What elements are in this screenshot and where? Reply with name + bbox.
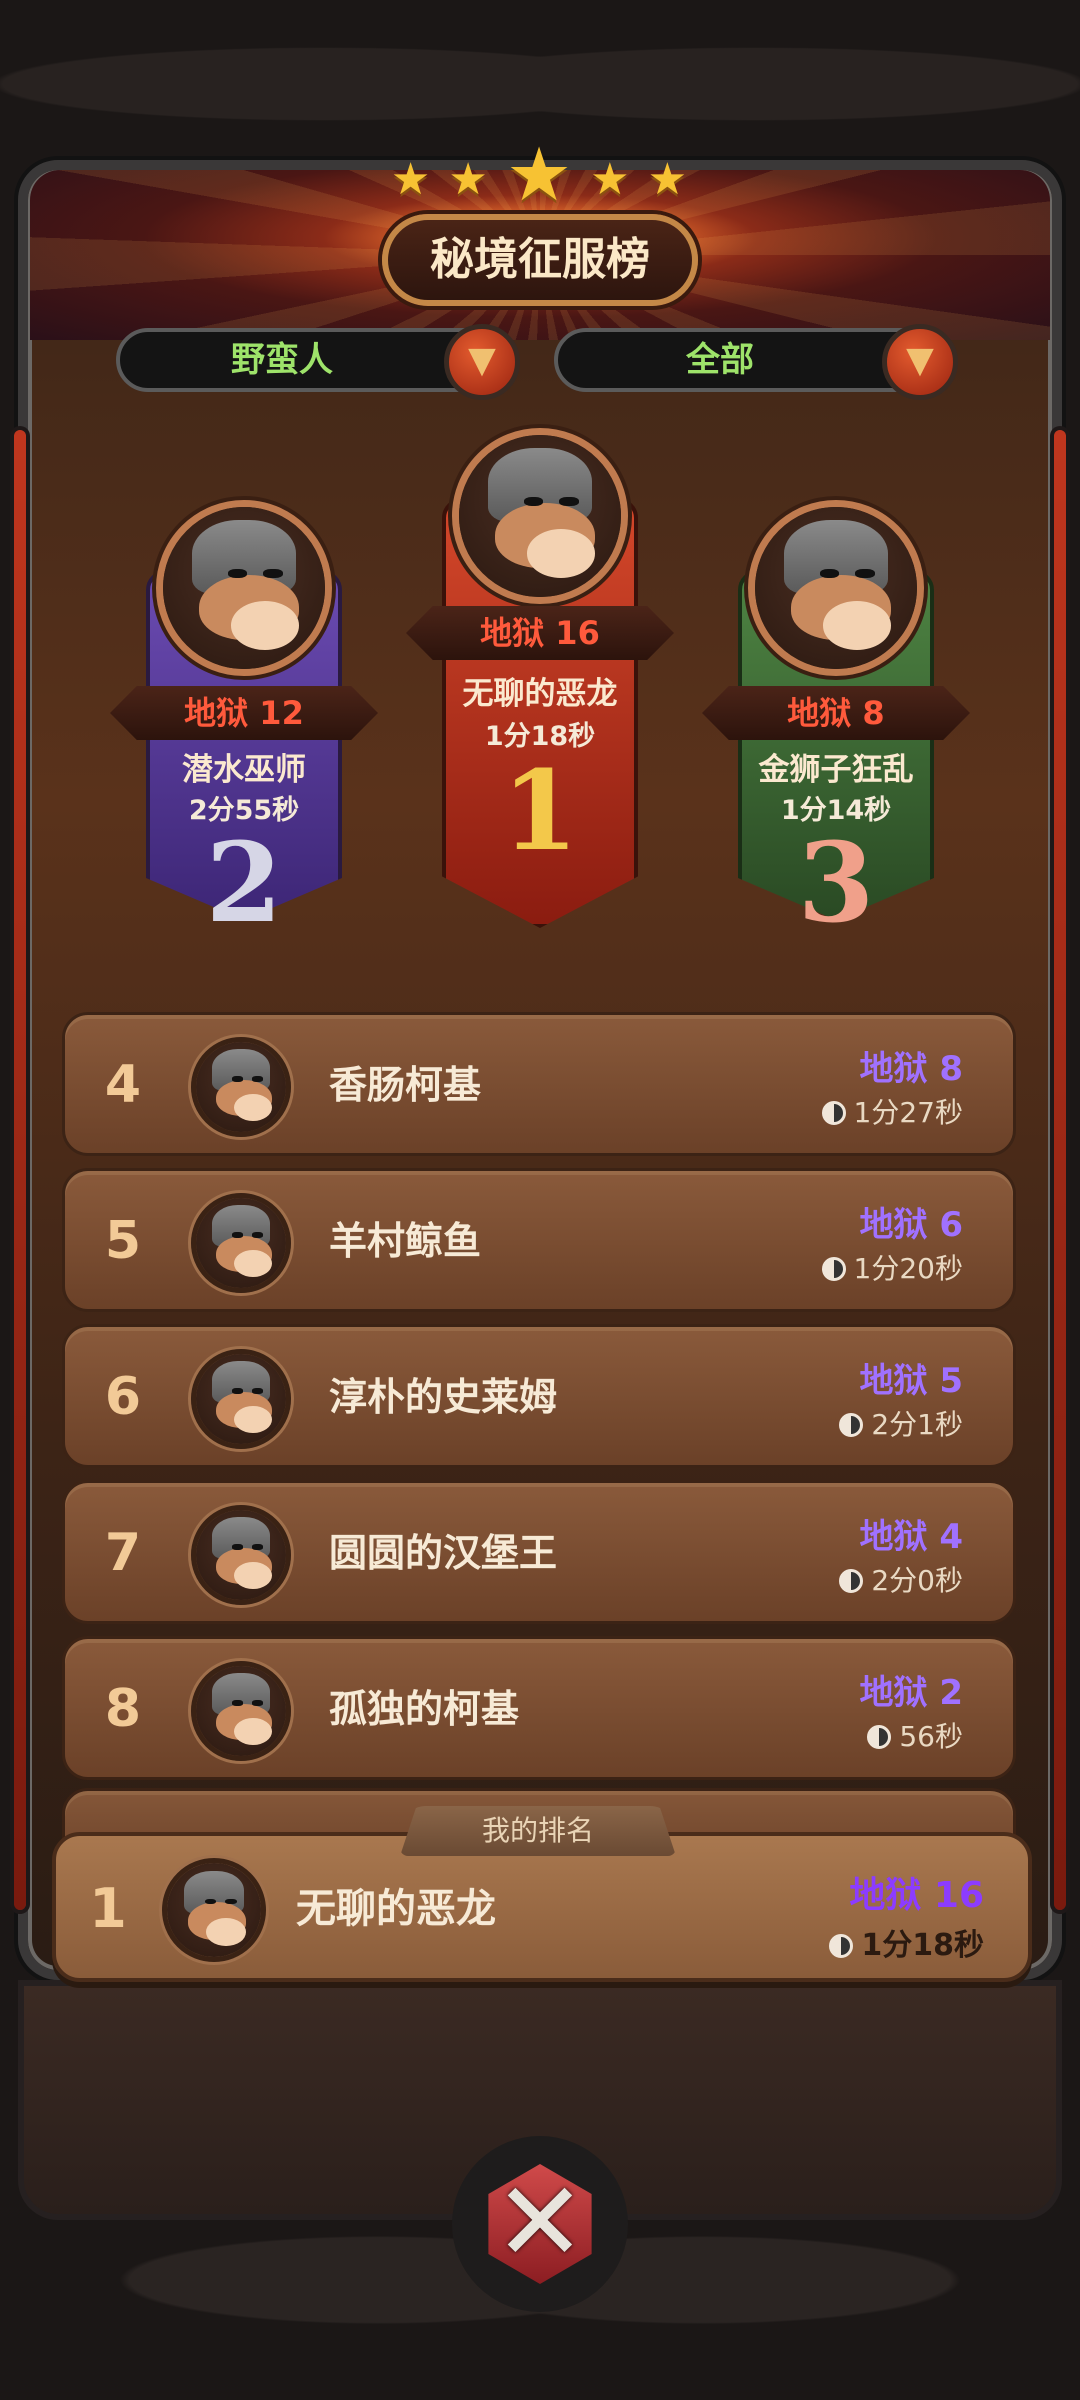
row-level: 地狱 8 [859, 1049, 964, 1089]
leaderboard-row[interactable]: 7 圆圆的汉堡王 地狱 4 2分0秒 [62, 1480, 1016, 1624]
clock-icon [821, 1257, 846, 1281]
podium-name: 潜水巫师 [182, 752, 306, 788]
podium-name: 无聊的恶龙 [462, 676, 618, 712]
row-level: 地狱 2 [859, 1673, 964, 1713]
scope-filter-label: 全部 [686, 340, 754, 380]
podium-level: 地狱 16 [406, 606, 674, 660]
clock-icon [829, 1934, 854, 1958]
row-time: 2分0秒 [839, 1559, 963, 1599]
leaderboard-row[interactable]: 5 羊村鲸鱼 地狱 6 1分20秒 [62, 1168, 1016, 1312]
my-time: 1分18秒 [829, 1920, 984, 1964]
avatar [191, 1349, 291, 1449]
avatar [452, 428, 628, 604]
podium-second[interactable]: 地狱 12 潜水巫师 2分55秒 2 [110, 500, 378, 947]
row-time: 1分20秒 [821, 1247, 963, 1287]
avatar [162, 1858, 266, 1962]
row-name: 羊村鲸鱼 [329, 1219, 482, 1263]
my-name: 无聊的恶龙 [296, 1886, 496, 1932]
scope-filter-dropdown[interactable]: 全部 ▼ [554, 324, 958, 400]
avatar [191, 1037, 291, 1137]
page-title: 秘境征服榜 [382, 214, 698, 306]
podium-first[interactable]: 地狱 16 无聊的恶龙 1分18秒 1 [406, 428, 674, 928]
row-time: 1分27秒 [821, 1091, 963, 1131]
avatar [156, 500, 332, 676]
row-name: 圆圆的汉堡王 [329, 1531, 558, 1575]
leaderboard-row[interactable]: 6 淳朴的史莱姆 地狱 5 2分1秒 [62, 1324, 1016, 1468]
clock-icon [839, 1569, 864, 1593]
row-name: 香肠柯基 [329, 1063, 482, 1107]
row-time: 56秒 [867, 1715, 963, 1755]
clock-icon [839, 1413, 864, 1437]
clock-icon [821, 1101, 846, 1125]
podium-level: 地狱 12 [110, 686, 378, 740]
rating-stars: ★ ★ ★ ★ ★ [0, 132, 1080, 218]
row-level: 地狱 4 [859, 1517, 964, 1557]
close-button[interactable]: ✕ [452, 2136, 628, 2312]
chevron-down-icon[interactable]: ▼ [882, 324, 958, 400]
left-rail [14, 430, 26, 1910]
row-name: 孤独的柯基 [329, 1687, 520, 1731]
right-rail [1054, 430, 1066, 1910]
star-icon: ★ [647, 154, 690, 205]
podium-rank: 1 [501, 746, 579, 875]
leaderboard-row[interactable]: 4 香肠柯基 地狱 8 1分27秒 [62, 1012, 1016, 1156]
row-time: 2分1秒 [839, 1403, 963, 1443]
row-rank: 8 [104, 1679, 142, 1739]
top-ornament [0, 0, 1080, 140]
class-filter-dropdown[interactable]: 野蛮人 ▼ [116, 324, 520, 400]
star-icon: ★ [390, 154, 433, 205]
row-rank: 5 [104, 1211, 142, 1271]
leaderboard-row[interactable]: 8 孤独的柯基 地狱 2 56秒 [62, 1636, 1016, 1780]
avatar [191, 1193, 291, 1293]
row-rank: 4 [104, 1055, 142, 1115]
row-level: 地狱 5 [859, 1361, 964, 1401]
clock-icon [867, 1725, 892, 1749]
row-rank: 6 [104, 1367, 142, 1427]
star-icon: ★ [448, 154, 490, 205]
podium-rank: 3 [797, 818, 875, 947]
podium-third[interactable]: 地狱 8 金狮子狂乱 1分14秒 3 [702, 500, 970, 947]
row-level: 地狱 6 [859, 1205, 964, 1245]
podium-name: 金狮子狂乱 [758, 752, 914, 788]
star-icon: ★ [505, 132, 575, 218]
podium-level: 地狱 8 [702, 686, 970, 740]
chevron-down-icon[interactable]: ▼ [444, 324, 520, 400]
avatar [191, 1505, 291, 1605]
class-filter-label: 野蛮人 [231, 340, 333, 380]
avatar [748, 500, 924, 676]
row-rank: 7 [104, 1523, 142, 1583]
star-icon: ★ [590, 154, 632, 205]
crossed-swords-icon: ✕ [493, 2158, 587, 2286]
podium-rank: 2 [205, 818, 283, 947]
my-rank-tab: 我的排名 [400, 1806, 676, 1856]
row-name: 淳朴的史莱姆 [329, 1375, 558, 1419]
my-rank: 1 [89, 1877, 127, 1940]
my-level: 地狱 16 [849, 1875, 984, 1916]
avatar [191, 1661, 291, 1761]
